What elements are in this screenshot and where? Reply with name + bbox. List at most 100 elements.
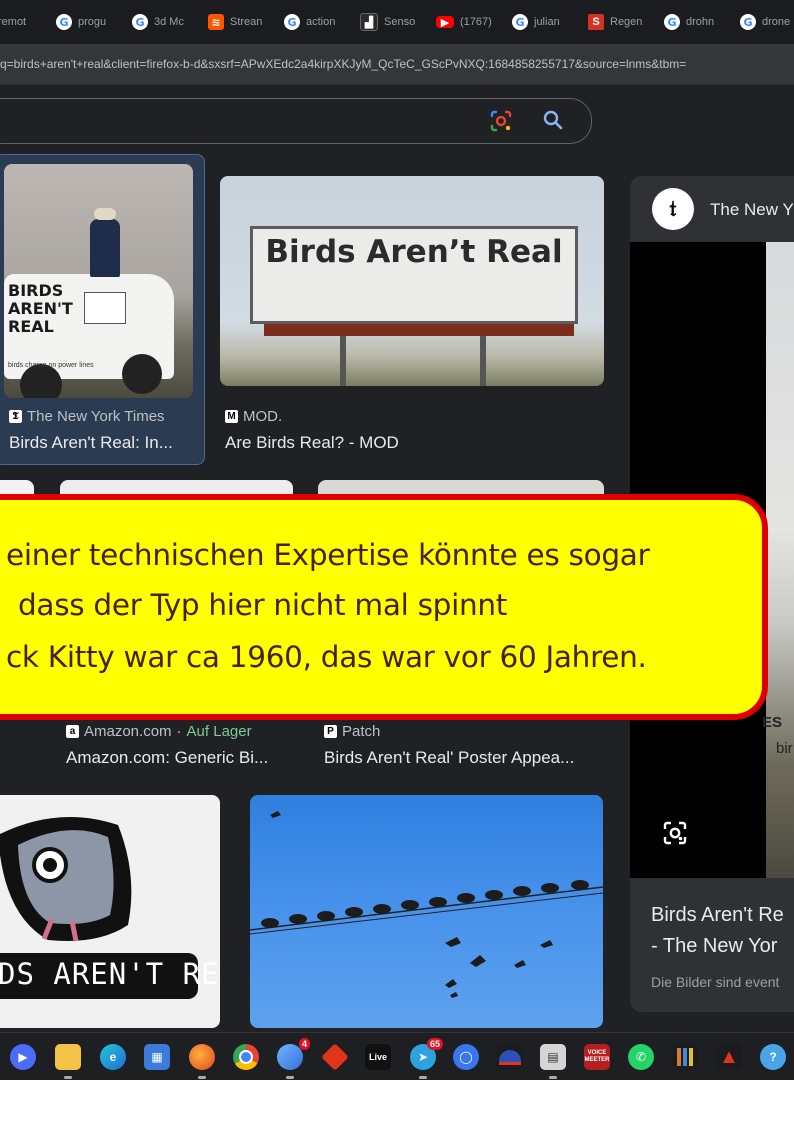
file-explorer-icon[interactable] bbox=[55, 1044, 81, 1079]
result-source: M MOD. bbox=[225, 408, 282, 425]
live-icon[interactable]: Live bbox=[365, 1044, 391, 1070]
result-source: 𝕿 The New York Times bbox=[9, 408, 165, 425]
panel-title-line: - The New Yor bbox=[651, 935, 778, 957]
billboard-text: Birds Aren’t Real bbox=[265, 234, 563, 270]
van-image[interactable]: BIRDS AREN'T REAL birds charge on power … bbox=[4, 164, 193, 398]
tab-label: 3d Mc bbox=[154, 16, 184, 28]
telegram-icon[interactable]: ➤ 65 bbox=[410, 1038, 443, 1079]
browser-tab[interactable]: G action bbox=[284, 10, 344, 34]
nyt-icon: 𝕿 bbox=[9, 410, 22, 423]
microsoft-store-icon[interactable]: ▦ bbox=[144, 1044, 170, 1070]
chrome-icon[interactable] bbox=[233, 1044, 259, 1070]
help-icon[interactable]: ? bbox=[760, 1044, 786, 1070]
library-icon[interactable] bbox=[672, 1044, 698, 1070]
sticker-text: DS AREN'T REAL bbox=[0, 957, 220, 991]
calculator-icon[interactable]: ▤ bbox=[540, 1044, 566, 1079]
browser-tab[interactable]: S Regen bbox=[588, 10, 648, 34]
pigeon-sticker-icon bbox=[0, 817, 198, 999]
patch-icon: P bbox=[324, 725, 337, 738]
google-icon: G bbox=[56, 14, 72, 30]
whatsapp-icon[interactable]: ✆ bbox=[628, 1044, 654, 1070]
zoom-icon[interactable]: ▶ bbox=[10, 1044, 36, 1070]
tab-label: Senso bbox=[384, 16, 416, 28]
van-text-line: BIRDS bbox=[8, 281, 64, 300]
result-source-label: The New York Times bbox=[27, 408, 165, 425]
overlay-text-line: dass der Typ hier nicht mal spinnt bbox=[18, 588, 508, 622]
result-source-label: MOD. bbox=[243, 408, 283, 425]
address-bar[interactable]: q=birds+aren't+real&client=firefox-b-d&s… bbox=[0, 44, 794, 85]
red-triangle-icon[interactable]: ▲ bbox=[716, 1044, 742, 1070]
tab-label: julian bbox=[534, 16, 560, 28]
browser-tab[interactable]: G drone bbox=[740, 10, 794, 34]
panel-title-line: Birds Aren't Re bbox=[651, 904, 784, 926]
birds-on-wire-image[interactable] bbox=[250, 795, 603, 1028]
browser-tab[interactable]: G progu bbox=[56, 10, 114, 34]
panel-note: Die Bilder sind event bbox=[651, 974, 780, 990]
result-title[interactable]: Birds Aren't Real' Poster Appea... bbox=[324, 748, 604, 768]
result-title[interactable]: Are Birds Real? - MOD bbox=[225, 433, 595, 453]
browser-tab[interactable]: ▶ (1767) bbox=[436, 10, 494, 34]
firefox-icon[interactable] bbox=[189, 1044, 215, 1079]
screen: remot G progu G 3d Mc ≋ Strean G action … bbox=[0, 0, 794, 1080]
taskbar: ▶ e ▦ 4 Live ➤ 65 ◯ ▤ VOICE MEETER ✆ ▲ ? bbox=[0, 1032, 794, 1080]
messenger-icon[interactable]: 4 bbox=[277, 1038, 310, 1079]
result-source: P Patch bbox=[324, 723, 380, 740]
panel-title[interactable]: Birds Aren't Re - The New Yor bbox=[651, 900, 784, 962]
panel-photo bbox=[766, 242, 794, 878]
amazon-icon: a bbox=[66, 725, 79, 738]
source-separator: · bbox=[176, 723, 182, 740]
s-app-icon: S bbox=[588, 14, 604, 30]
edge-icon[interactable]: e bbox=[100, 1044, 126, 1070]
browser-tab[interactable]: G julian bbox=[512, 10, 570, 34]
panel-photo-text: ES bbox=[762, 714, 783, 731]
result-title[interactable]: Amazon.com: Generic Bi... bbox=[66, 748, 291, 768]
result-title[interactable]: Birds Aren't Real: In... bbox=[9, 433, 194, 453]
google-icon: G bbox=[284, 14, 300, 30]
google-icon: G bbox=[664, 14, 680, 30]
voicemeeter-icon[interactable]: VOICE MEETER bbox=[584, 1044, 610, 1070]
google-lens-icon[interactable] bbox=[489, 109, 513, 133]
mod-icon: M bbox=[225, 410, 238, 423]
notification-badge: 4 bbox=[298, 1038, 310, 1050]
tab-label: Regen bbox=[610, 16, 643, 28]
result-source: a Amazon.com · Auf Lager bbox=[66, 723, 252, 740]
stock-status: Auf Lager bbox=[186, 723, 252, 740]
nyt-logo-icon[interactable]: 𝔱 bbox=[652, 188, 694, 230]
overlay-text-line: ck Kitty war ca 1960, das war vor 60 Jah… bbox=[6, 640, 647, 674]
notification-badge: 65 bbox=[426, 1038, 443, 1050]
soundcloud-icon: ≋ bbox=[208, 14, 224, 30]
magnifier-icon[interactable] bbox=[541, 108, 565, 132]
lens-search-icon[interactable] bbox=[662, 820, 688, 846]
tab-label: (1767) bbox=[460, 16, 492, 28]
browser-tab[interactable]: ▟ Senso bbox=[360, 10, 418, 34]
overlay-text-line: einer technischen Expertise könnte es so… bbox=[6, 538, 650, 572]
billboard-image[interactable]: Birds Aren’t Real bbox=[220, 176, 604, 386]
panel-source[interactable]: The New Y bbox=[710, 200, 794, 220]
tab-label: drone bbox=[762, 16, 791, 28]
tab-label: Strean bbox=[230, 16, 263, 28]
tab-label: remot bbox=[0, 16, 27, 28]
tab-label: drohn bbox=[686, 16, 715, 28]
red-cube-icon[interactable] bbox=[321, 1043, 349, 1071]
result-source-label: Amazon.com bbox=[84, 723, 172, 740]
browser-tab-strip: remot G progu G 3d Mc ≋ Strean G action … bbox=[0, 0, 794, 44]
van-text-line: AREN'T bbox=[8, 299, 73, 318]
browser-tab[interactable]: remot bbox=[0, 10, 38, 34]
signal-icon[interactable]: ◯ bbox=[453, 1044, 479, 1070]
google-icon: G bbox=[132, 14, 148, 30]
google-icon: G bbox=[512, 14, 528, 30]
youtube-icon: ▶ bbox=[436, 16, 454, 29]
url-text: q=birds+aren't+real&client=firefox-b-d&s… bbox=[0, 57, 687, 71]
van-caption: birds charge on power lines bbox=[8, 362, 94, 369]
result-source-label: Patch bbox=[342, 723, 381, 740]
sticker-image[interactable]: DS AREN'T REAL bbox=[0, 795, 220, 1028]
birds-on-wire-drawing bbox=[250, 811, 603, 998]
google-icon: G bbox=[740, 14, 756, 30]
browser-tab[interactable]: ≋ Strean bbox=[208, 10, 268, 34]
van-text-line: REAL bbox=[8, 317, 54, 336]
browser-tab[interactable]: G 3d Mc bbox=[132, 10, 192, 34]
blue-dome-icon[interactable] bbox=[497, 1044, 523, 1070]
tab-label: progu bbox=[78, 16, 107, 28]
browser-tab[interactable]: G drohn bbox=[664, 10, 724, 34]
annotation-overlay: einer technischen Expertise könnte es so… bbox=[0, 494, 768, 720]
